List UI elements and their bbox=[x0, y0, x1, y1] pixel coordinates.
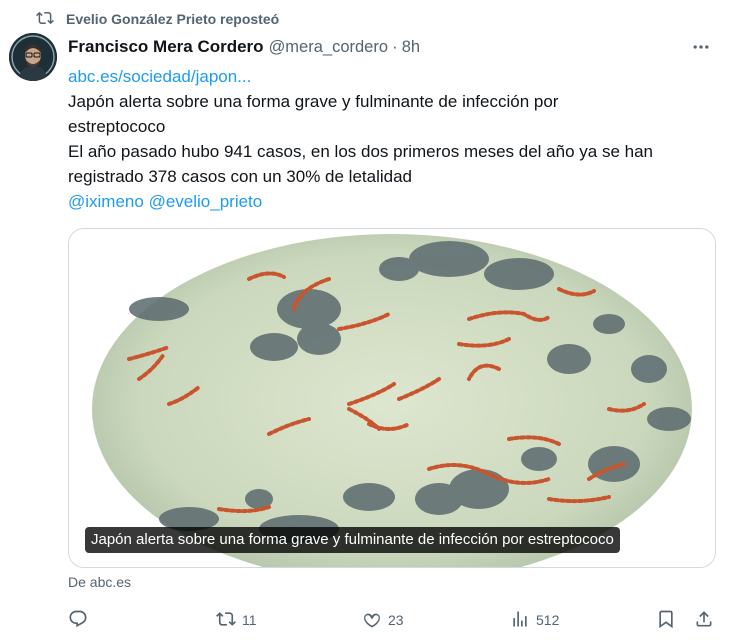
post-line-2: estreptococo bbox=[68, 117, 166, 136]
bookmark-button[interactable] bbox=[656, 604, 676, 636]
post-header: Francisco Mera Cordero @mera_cordero · 8… bbox=[68, 36, 720, 58]
action-bar: 11 23 512 bbox=[60, 604, 728, 636]
share-button[interactable] bbox=[694, 604, 714, 636]
article-link[interactable]: abc.es/sociedad/japon... bbox=[68, 64, 718, 89]
post-time[interactable]: 8h bbox=[402, 38, 420, 57]
mention-evelio-prieto[interactable]: @evelio_prieto bbox=[149, 192, 263, 211]
author-name[interactable]: Francisco Mera Cordero bbox=[68, 37, 264, 57]
mentions: @iximeno @evelio_prieto bbox=[68, 189, 718, 214]
card-image bbox=[69, 229, 715, 567]
views-icon bbox=[510, 609, 530, 632]
avatar[interactable] bbox=[9, 33, 57, 81]
card-caption: Japón alerta sobre una forma grave y ful… bbox=[85, 527, 620, 553]
repost-icon bbox=[216, 609, 236, 632]
post-line-3: El año pasado hubo 941 casos, en los dos… bbox=[68, 142, 653, 161]
reply-button[interactable] bbox=[68, 604, 94, 636]
like-button[interactable]: 23 bbox=[362, 604, 404, 636]
repost-icon bbox=[36, 9, 54, 30]
like-count: 23 bbox=[388, 612, 404, 628]
link-card[interactable]: Japón alerta sobre una forma grave y ful… bbox=[68, 228, 716, 568]
repost-header[interactable]: Evelio González Prieto reposteó bbox=[36, 8, 279, 30]
share-icon bbox=[694, 609, 714, 632]
views-button[interactable]: 512 bbox=[510, 604, 559, 636]
reply-icon bbox=[68, 609, 88, 632]
bookmark-icon bbox=[656, 609, 676, 632]
views-count: 512 bbox=[536, 612, 560, 628]
card-source[interactable]: De abc.es bbox=[68, 574, 131, 590]
post-text: abc.es/sociedad/japon... Japón alerta so… bbox=[68, 64, 718, 214]
repost-count: 11 bbox=[242, 612, 257, 628]
post-line-1: Japón alerta sobre una forma grave y ful… bbox=[68, 92, 559, 111]
heart-icon bbox=[362, 609, 382, 632]
mention-iximeno[interactable]: @iximeno bbox=[68, 192, 144, 211]
more-icon[interactable] bbox=[688, 34, 714, 60]
repost-text: Evelio González Prieto reposteó bbox=[66, 11, 280, 27]
post-line-4: registrado 378 casos con un 30% de letal… bbox=[68, 167, 413, 186]
author-handle[interactable]: @mera_cordero bbox=[269, 38, 388, 57]
repost-button[interactable]: 11 bbox=[216, 604, 257, 636]
separator-dot: · bbox=[392, 37, 398, 56]
